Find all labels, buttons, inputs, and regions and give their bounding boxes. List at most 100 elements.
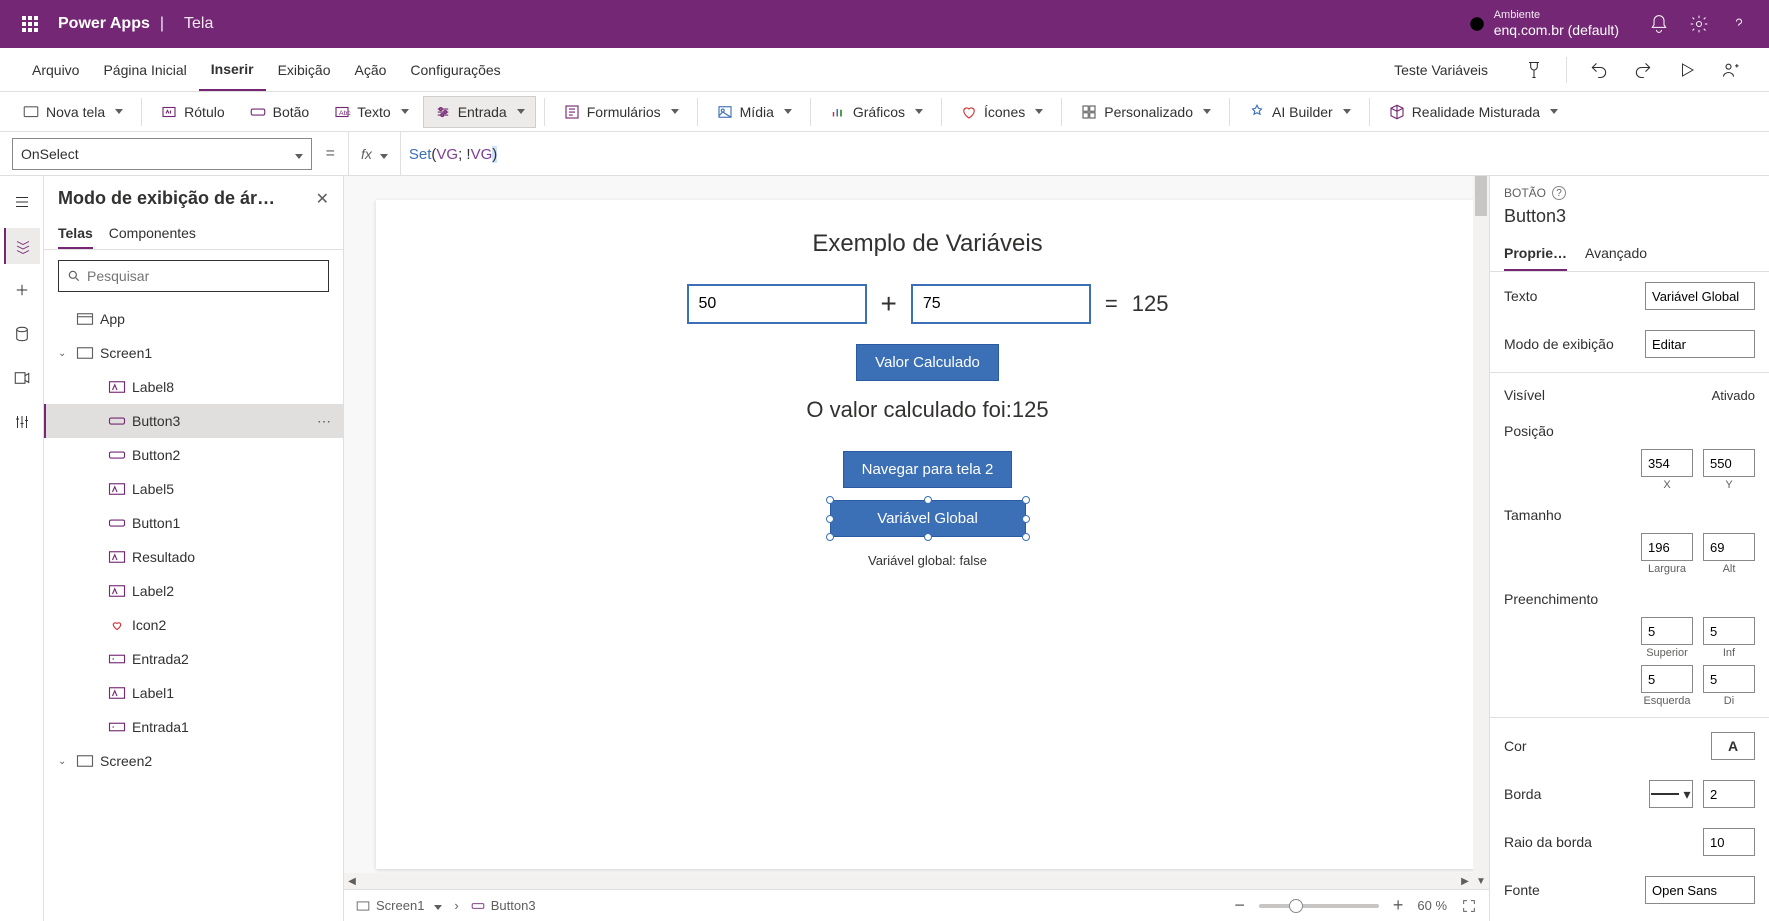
- ribbon-entrada[interactable]: Entrada: [423, 96, 536, 128]
- close-icon[interactable]: ✕: [316, 189, 329, 209]
- prop-width[interactable]: [1641, 533, 1693, 561]
- ribbon-ai-builder[interactable]: AI Builder: [1238, 96, 1361, 128]
- prop-display-input[interactable]: [1645, 330, 1755, 358]
- ribbon-botao[interactable]: Botão: [239, 96, 320, 128]
- tree-item-screen1[interactable]: ⌄ Screen1: [44, 336, 343, 370]
- ribbon-realidade-misturada[interactable]: Realidade Misturada: [1378, 96, 1568, 128]
- menu-bar: Arquivo Página Inicial Inserir Exibição …: [0, 48, 1769, 92]
- tree-item-entrada2[interactable]: Entrada2: [44, 642, 343, 676]
- prop-pos-y[interactable]: [1703, 449, 1755, 477]
- tab-telas[interactable]: Telas: [58, 219, 93, 249]
- prop-color-picker[interactable]: A: [1711, 732, 1755, 760]
- tree-item-label5[interactable]: Label5: [44, 472, 343, 506]
- canvas-page[interactable]: Exemplo de Variáveis + = 125 Valor Calcu…: [376, 200, 1479, 869]
- tab-avancado[interactable]: Avançado: [1585, 237, 1647, 271]
- environment-picker[interactable]: Ambiente enq.com.br (default): [1468, 9, 1619, 39]
- formula-bar: OnSelect = fx Set(VG; !VG): [0, 132, 1769, 176]
- fit-screen-icon[interactable]: [1461, 898, 1477, 914]
- help-icon[interactable]: [1719, 4, 1759, 44]
- entrada2-input[interactable]: [911, 284, 1091, 324]
- rail-tools-icon[interactable]: [4, 404, 40, 440]
- tree-item-screen2[interactable]: ⌄ Screen2: [44, 744, 343, 778]
- variavel-global-label: Variável global: false: [456, 553, 1399, 568]
- tab-componentes[interactable]: Componentes: [109, 219, 196, 249]
- menu-pagina-inicial[interactable]: Página Inicial: [91, 48, 198, 91]
- result-label: 125: [1132, 291, 1169, 317]
- prop-pad-right[interactable]: [1703, 665, 1755, 693]
- tree-item-button2[interactable]: Button2: [44, 438, 343, 472]
- ribbon-icones[interactable]: Ícones: [950, 96, 1053, 128]
- prop-pad-bot[interactable]: [1703, 617, 1755, 645]
- zoom-in-icon[interactable]: +: [1393, 895, 1404, 916]
- horizontal-scrollbar[interactable]: ◀▶: [344, 873, 1473, 889]
- prop-visible-toggle[interactable]: Ativado: [1712, 388, 1755, 403]
- ribbon-midia[interactable]: Mídia: [706, 96, 802, 128]
- prop-pad-left[interactable]: [1641, 665, 1693, 693]
- prop-height[interactable]: [1703, 533, 1755, 561]
- menu-exibicao[interactable]: Exibição: [266, 48, 343, 91]
- navegar-button[interactable]: Navegar para tela 2: [843, 451, 1013, 488]
- ribbon-nova-tela[interactable]: Nova tela: [12, 96, 133, 128]
- rail-tree-view-icon[interactable]: [4, 228, 40, 264]
- tree-item-app[interactable]: App: [44, 302, 343, 336]
- prop-pos-x[interactable]: [1641, 449, 1693, 477]
- search-input[interactable]: [87, 268, 320, 284]
- prop-border-style[interactable]: ▾: [1649, 780, 1693, 808]
- help-badge-icon[interactable]: ?: [1552, 186, 1566, 200]
- menu-arquivo[interactable]: Arquivo: [20, 48, 91, 91]
- rail-insert-icon[interactable]: [4, 272, 40, 308]
- rail-data-icon[interactable]: [4, 316, 40, 352]
- tree-item-entrada1[interactable]: Entrada1: [44, 710, 343, 744]
- app-launcher-icon[interactable]: [10, 16, 50, 32]
- rail-media-icon[interactable]: [4, 360, 40, 396]
- entrada1-input[interactable]: [687, 284, 867, 324]
- breadcrumb-screen[interactable]: Screen1: [356, 898, 442, 913]
- prop-border-width[interactable]: [1703, 780, 1755, 808]
- prop-pad-top[interactable]: [1641, 617, 1693, 645]
- ribbon-personalizado[interactable]: Personalizado: [1070, 96, 1221, 128]
- tree-search[interactable]: [58, 260, 329, 292]
- prop-font[interactable]: [1645, 876, 1755, 904]
- control-name: Button3: [1504, 206, 1755, 227]
- undo-icon[interactable]: [1581, 52, 1617, 88]
- property-selector[interactable]: OnSelect: [12, 138, 312, 170]
- notifications-icon[interactable]: [1639, 4, 1679, 44]
- tree-item-label8[interactable]: Label8: [44, 370, 343, 404]
- valor-calculado-button[interactable]: Valor Calculado: [856, 344, 999, 381]
- zoom-slider[interactable]: [1259, 904, 1379, 908]
- fx-icon[interactable]: fx: [349, 146, 400, 162]
- tree-item-resultado[interactable]: Resultado: [44, 540, 343, 574]
- left-rail: [0, 176, 44, 921]
- formula-input[interactable]: Set(VG; !VG): [401, 145, 1769, 163]
- zoom-out-icon[interactable]: −: [1234, 895, 1245, 916]
- redo-icon[interactable]: [1625, 52, 1661, 88]
- menu-inserir[interactable]: Inserir: [199, 48, 266, 91]
- share-icon[interactable]: [1713, 52, 1749, 88]
- ribbon-texto[interactable]: Abc Texto: [323, 96, 418, 128]
- ribbon-formularios[interactable]: Formulários: [553, 96, 689, 128]
- rail-hamburger-icon[interactable]: [4, 184, 40, 220]
- page-title: Tela: [184, 15, 213, 33]
- prop-text-input[interactable]: [1645, 282, 1755, 310]
- selected-control[interactable]: Variável Global: [830, 500, 1026, 537]
- tree-item-label1[interactable]: Label1: [44, 676, 343, 710]
- breadcrumb-control[interactable]: Button3: [471, 898, 536, 913]
- menu-configuracoes[interactable]: Configurações: [398, 48, 512, 91]
- ribbon-graficos[interactable]: Gráficos: [819, 96, 933, 128]
- control-type-label: BOTÃO?: [1504, 186, 1755, 200]
- play-icon[interactable]: [1669, 52, 1705, 88]
- vertical-scrollbar[interactable]: ▲▼: [1473, 176, 1489, 889]
- tree-item-icon2[interactable]: Icon2: [44, 608, 343, 642]
- prop-border-radius[interactable]: [1703, 828, 1755, 856]
- tree-item-button1[interactable]: Button1: [44, 506, 343, 540]
- tab-propriedades[interactable]: Proprie…: [1504, 237, 1567, 271]
- more-icon[interactable]: ⋯: [317, 413, 333, 430]
- tree-item-button3[interactable]: Button3⋯: [44, 404, 343, 438]
- app-header: Power Apps | Tela Ambiente enq.com.br (d…: [0, 0, 1769, 48]
- app-checker-icon[interactable]: [1516, 52, 1552, 88]
- ribbon-rotulo[interactable]: Rótulo: [150, 96, 234, 128]
- settings-icon[interactable]: [1679, 4, 1719, 44]
- menu-acao[interactable]: Ação: [342, 48, 398, 91]
- variavel-global-button[interactable]: Variável Global: [830, 500, 1026, 537]
- tree-item-label2[interactable]: Label2: [44, 574, 343, 608]
